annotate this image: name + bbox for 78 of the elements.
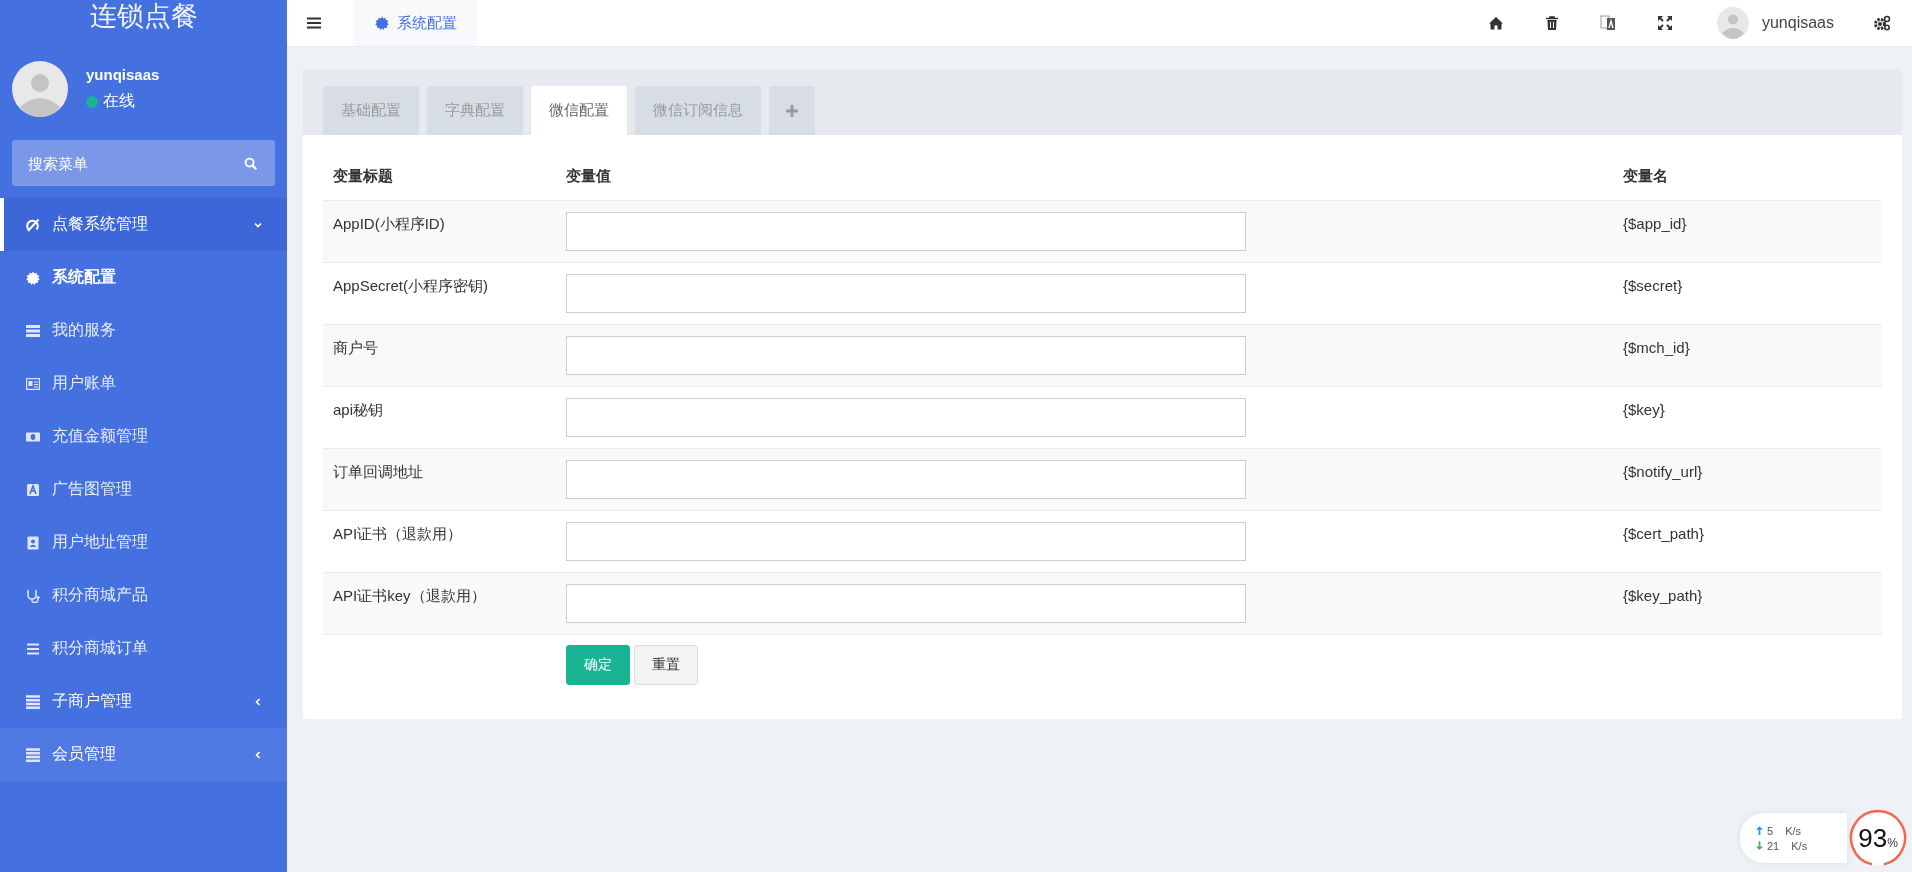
app-logo-title: 连锁点餐 [88,0,199,33]
menu-item[interactable]: 积分商城订单 [0,622,287,675]
menu-item[interactable]: 系统配置 [0,251,287,304]
config-tab[interactable]: 微信订阅信息 [635,86,761,135]
download-arrow-icon [1756,841,1763,850]
input-field[interactable] [566,212,1246,251]
menu-item[interactable]: 子商户管理 [0,675,287,728]
speed-unit: K/s [1785,824,1802,837]
table-cell-text: {$secret} [1622,276,1684,296]
table-cell-text: AppID(小程序ID) [332,214,446,234]
input-field[interactable] [566,336,1246,375]
config-tab[interactable]: 基础配置 [323,86,419,135]
home-icon[interactable] [1487,16,1504,30]
avatar-icon [12,61,68,117]
speed-unit: K/s [1791,839,1808,852]
gear-icon [26,270,40,285]
table-cell-text: {$key_path} [1622,586,1704,606]
table-cell-text: API证书（退款用） [332,524,464,544]
plus-icon [786,104,798,117]
table-cell-text: API证书key（退款用） [332,586,487,606]
trash-icon[interactable] [1545,16,1558,30]
table-cell-text: {$notify_url} [1622,462,1704,482]
table-cell-text: {$cert_path} [1622,524,1705,544]
bars-icon [26,641,40,656]
input-field[interactable] [566,522,1246,561]
letter-a-icon [26,482,40,497]
reset-button[interactable]: 重置 [634,645,698,685]
table-cell-text: 商户号 [332,338,379,358]
caret-icon [253,749,263,760]
column-header: 变量名 [1622,166,1669,186]
usage-percent: 93 [1858,822,1888,854]
input-field[interactable] [566,584,1246,623]
search-icon [244,157,257,170]
table-cell-text: api秘钥 [332,400,385,420]
menu-item[interactable]: 积分商城产品 [0,569,287,622]
table-cell-text: {$mch_id} [1622,338,1691,358]
page-tab[interactable]: 系统配置 [353,0,477,46]
download-speed: 21 [1767,839,1780,852]
stethoscope-icon [26,588,40,603]
input-field[interactable] [566,274,1246,313]
config-tab[interactable]: 微信配置 [531,86,627,135]
user-name[interactable]: yunqisaas [1761,14,1834,32]
menu-item[interactable]: 充值金额管理 [0,410,287,463]
list-icon [26,694,40,709]
column-header: 变量标题 [332,166,394,186]
add-tab-button[interactable] [769,86,815,135]
menu-item[interactable]: 广告图管理 [0,463,287,516]
server-icon [26,323,40,338]
menu-item[interactable]: 点餐系统管理 [0,198,287,251]
user-name: yunqisaas [86,66,160,83]
menu-item[interactable]: 我的服务 [0,304,287,357]
percent-sign: % [1887,836,1898,850]
upload-speed: 5 [1767,824,1774,837]
table-cell-text: {$app_id} [1622,214,1688,234]
translate-icon[interactable] [1599,15,1616,31]
menu-item[interactable]: 用户账单 [0,357,287,410]
gear-icon [375,16,389,30]
menu-item[interactable]: 用户地址管理 [0,516,287,569]
address-book-icon [26,535,40,550]
input-field[interactable] [566,398,1246,437]
avatar-icon[interactable] [1716,7,1749,39]
loop-icon [26,217,40,232]
column-header: 变量值 [565,166,612,186]
upload-arrow-icon [1756,826,1763,835]
table-cell-text: 订单回调地址 [332,462,424,482]
list-icon [26,747,40,762]
search-field[interactable]: 搜索菜单 [12,140,275,186]
id-card-icon [26,376,40,391]
confirm-button[interactable]: 确定 [566,645,630,685]
fullscreen-icon[interactable] [1657,16,1672,30]
input-field[interactable] [566,460,1246,499]
caret-icon [253,696,263,707]
user-status: 在线 [103,91,135,111]
table-cell-text: AppSecret(小程序密钥) [332,276,490,296]
config-tab[interactable]: 字典配置 [427,86,523,135]
settings-icon[interactable] [1873,15,1891,31]
menu-item[interactable]: 会员管理 [0,728,287,781]
table-cell-text: {$key} [1622,400,1666,420]
